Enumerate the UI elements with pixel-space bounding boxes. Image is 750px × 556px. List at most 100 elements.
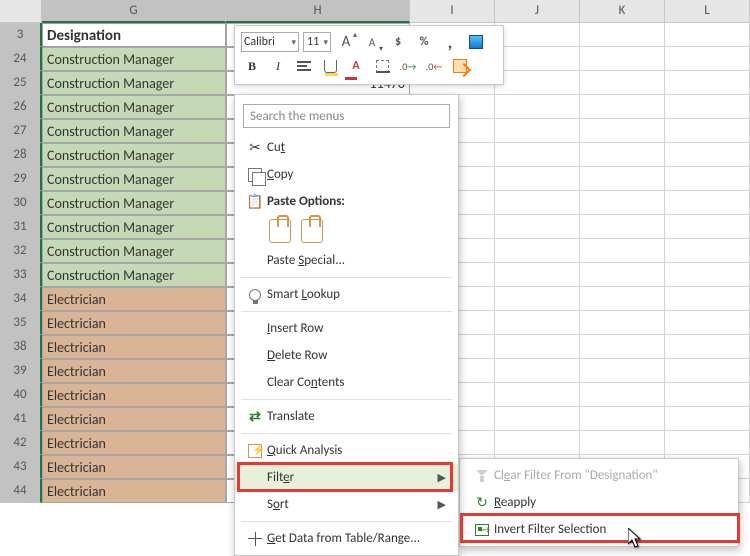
cell[interactable]: Construction Manager: [42, 263, 226, 287]
border-icon[interactable]: [371, 55, 393, 77]
cell[interactable]: Construction Manager: [42, 167, 226, 191]
cell[interactable]: Electrician: [42, 431, 226, 455]
increase-font-icon[interactable]: A: [335, 31, 357, 53]
row-header[interactable]: 3: [0, 23, 42, 47]
row-header[interactable]: 27: [0, 119, 42, 143]
col-header-J[interactable]: J: [495, 0, 580, 23]
cell[interactable]: [495, 287, 580, 311]
cell[interactable]: [495, 47, 580, 71]
cell[interactable]: [580, 143, 665, 167]
cell[interactable]: [665, 335, 750, 359]
row-header[interactable]: 25: [0, 71, 42, 95]
menu-insert-row[interactable]: Insert Row: [235, 315, 458, 342]
cell[interactable]: [580, 239, 665, 263]
font-color-icon[interactable]: A: [345, 55, 367, 77]
cell[interactable]: [495, 95, 580, 119]
cell[interactable]: [665, 191, 750, 215]
cell[interactable]: [495, 383, 580, 407]
cell[interactable]: [665, 143, 750, 167]
row-header[interactable]: 38: [0, 335, 42, 359]
row-header[interactable]: 29: [0, 167, 42, 191]
row-header[interactable]: 42: [0, 431, 42, 455]
row-header[interactable]: 40: [0, 383, 42, 407]
cell[interactable]: [580, 23, 665, 47]
font-size-select[interactable]: 11: [303, 32, 331, 52]
cell[interactable]: [580, 71, 665, 95]
align-icon[interactable]: [293, 55, 315, 77]
col-header-G[interactable]: G: [42, 0, 226, 23]
row-header[interactable]: 44: [0, 479, 42, 503]
cell[interactable]: [495, 143, 580, 167]
col-header-K[interactable]: K: [580, 0, 665, 23]
row-header[interactable]: 24: [0, 47, 42, 71]
row-header[interactable]: 35: [0, 311, 42, 335]
cell[interactable]: Electrician: [42, 359, 226, 383]
cell[interactable]: Electrician: [42, 455, 226, 479]
menu-translate[interactable]: ⇄ Translate: [235, 403, 458, 430]
cell[interactable]: [495, 119, 580, 143]
cell[interactable]: [580, 95, 665, 119]
cell[interactable]: [665, 95, 750, 119]
cell[interactable]: [665, 23, 750, 47]
cell[interactable]: [665, 215, 750, 239]
row-header[interactable]: 31: [0, 215, 42, 239]
menu-search-input[interactable]: Search the menus: [243, 104, 450, 128]
cell[interactable]: [580, 167, 665, 191]
menu-smart-lookup[interactable]: Smart Lookup: [235, 281, 458, 308]
paste-option-values[interactable]: [301, 219, 323, 243]
menu-sort[interactable]: Sort ▶: [235, 491, 458, 518]
cell[interactable]: Construction Manager: [42, 119, 226, 143]
cell[interactable]: [495, 335, 580, 359]
cell[interactable]: [665, 311, 750, 335]
col-header-I[interactable]: I: [410, 0, 495, 23]
cell[interactable]: Construction Manager: [42, 239, 226, 263]
cell[interactable]: [580, 191, 665, 215]
menu-clear-contents[interactable]: Clear Contents: [235, 369, 458, 396]
row-header[interactable]: 32: [0, 239, 42, 263]
fill-color-icon[interactable]: [319, 55, 341, 77]
cell[interactable]: [665, 407, 750, 431]
italic-icon[interactable]: I: [267, 55, 289, 77]
cell[interactable]: Electrician: [42, 383, 226, 407]
cell[interactable]: [665, 431, 750, 455]
cell[interactable]: [665, 47, 750, 71]
cell[interactable]: Construction Manager: [42, 191, 226, 215]
increase-decimal-icon[interactable]: .0→: [397, 55, 419, 77]
cell[interactable]: Electrician: [42, 335, 226, 359]
comma-style-icon[interactable]: ,: [439, 31, 461, 53]
submenu-reapply[interactable]: ↻ Reapply: [460, 489, 738, 516]
menu-filter[interactable]: Filter ▶: [235, 464, 458, 491]
cell[interactable]: [495, 23, 580, 47]
menu-cut[interactable]: ✂ Cut: [235, 134, 458, 161]
menu-copy[interactable]: Copy: [235, 161, 458, 188]
cell[interactable]: [495, 71, 580, 95]
conditional-format-icon[interactable]: [465, 31, 487, 53]
percent-icon[interactable]: %: [413, 31, 435, 53]
col-header-H[interactable]: H: [226, 0, 410, 23]
cell[interactable]: [665, 383, 750, 407]
cell[interactable]: [580, 119, 665, 143]
menu-get-data[interactable]: Get Data from Table/Range...: [235, 525, 458, 552]
cell[interactable]: [495, 431, 580, 455]
cell[interactable]: [495, 167, 580, 191]
row-header[interactable]: 41: [0, 407, 42, 431]
bold-icon[interactable]: B: [241, 55, 263, 77]
cell[interactable]: [665, 359, 750, 383]
cell[interactable]: [580, 431, 665, 455]
menu-delete-row[interactable]: Delete Row: [235, 342, 458, 369]
cell[interactable]: [495, 311, 580, 335]
cell[interactable]: [580, 215, 665, 239]
cell-G3[interactable]: Designation: [42, 23, 226, 47]
cell[interactable]: [665, 239, 750, 263]
cell[interactable]: [580, 383, 665, 407]
cell[interactable]: Electrician: [42, 479, 226, 503]
cell[interactable]: Construction Manager: [42, 215, 226, 239]
cell[interactable]: Construction Manager: [42, 71, 226, 95]
row-header[interactable]: 43: [0, 455, 42, 479]
row-header[interactable]: 39: [0, 359, 42, 383]
cell[interactable]: [495, 191, 580, 215]
cell[interactable]: [665, 287, 750, 311]
row-header[interactable]: 26: [0, 95, 42, 119]
decrease-decimal-icon[interactable]: .0←: [423, 55, 445, 77]
cell[interactable]: [495, 359, 580, 383]
